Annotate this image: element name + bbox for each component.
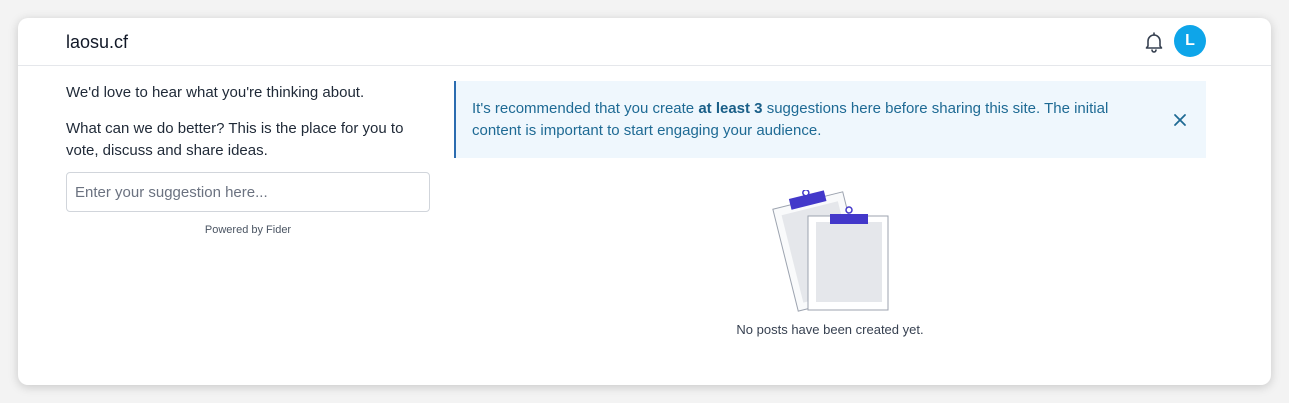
bell-icon[interactable] (1142, 30, 1166, 54)
suggestion-input[interactable] (66, 172, 430, 212)
clipboards-illustration (772, 190, 889, 312)
recommendation-notice: It's recommended that you create at leas… (454, 81, 1206, 158)
site-title[interactable]: laosu.cf (66, 32, 128, 53)
notice-text-bold: at least 3 (698, 100, 763, 117)
empty-state-message: No posts have been created yet. (736, 322, 924, 337)
intro-text: We'd love to hear what you're thinking a… (66, 84, 365, 101)
intro-subtext: What can we do better? This is the place… (66, 120, 404, 159)
top-header: laosu.cf L (18, 18, 1271, 66)
powered-by-link[interactable]: Powered by Fider (66, 224, 430, 236)
close-icon[interactable] (1172, 112, 1188, 128)
left-panel: We'd love to hear what you're thinking a… (66, 82, 430, 236)
app-window: laosu.cf L We'd love to hear what you're… (18, 18, 1271, 385)
notice-text-start: It's recommended that you create (472, 100, 699, 117)
user-avatar[interactable]: L (1174, 25, 1206, 57)
